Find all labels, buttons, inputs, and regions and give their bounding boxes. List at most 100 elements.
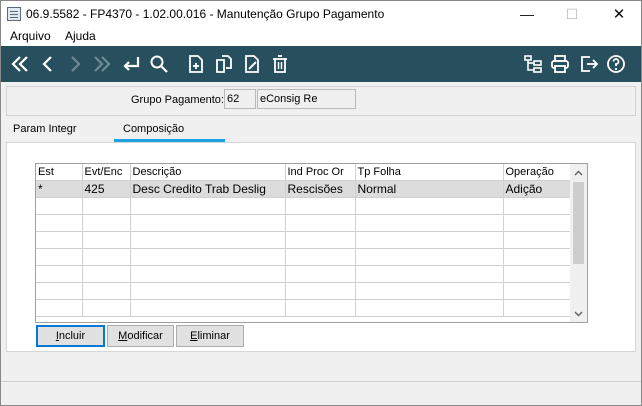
table-row-empty[interactable] [36,265,572,283]
grid-cell [82,299,131,317]
eliminar-button[interactable]: Eliminar [176,325,244,347]
cell-evt-enc: 425 [82,180,131,198]
grid-cell [82,248,131,266]
grid-cell [82,282,131,300]
grid-cell [503,197,572,215]
app-icon [7,7,21,21]
incluir-button[interactable]: Incluir [36,325,105,347]
grid-cell [36,197,83,215]
grid-cell [36,282,83,300]
grid-cell [355,265,504,283]
grid-table: Est Evt/Enc Descrição Ind Proc Or Tp Fol… [36,164,572,317]
new-document-icon[interactable] [184,52,208,76]
grid-cell [285,197,356,215]
modificar-label: odificar [127,330,163,342]
status-bar-divider [1,381,641,382]
table-row-empty[interactable] [36,231,572,249]
table-row-empty[interactable] [36,248,572,266]
grid-cell [82,231,131,249]
grid-cell [285,299,356,317]
delete-icon[interactable] [268,52,292,76]
group-name-field: eConsig Re [257,89,356,109]
previous-record-icon[interactable] [36,52,60,76]
grid-cell [355,231,504,249]
close-button[interactable]: ✕ [597,1,641,27]
grid-cell [82,197,131,215]
grid-cell [503,299,572,317]
grid-cell [130,282,286,300]
scroll-up-icon[interactable] [570,164,587,181]
tab-composicao[interactable]: Composição [123,123,184,135]
next-record-icon[interactable] [63,52,87,76]
return-icon[interactable] [119,52,143,76]
column-header-descricao[interactable]: Descrição [130,164,286,181]
composition-grid[interactable]: Est Evt/Enc Descrição Ind Proc Or Tp Fol… [35,163,588,323]
toolbar [1,46,641,82]
scroll-down-icon[interactable] [570,305,587,322]
grid-cell [503,248,572,266]
print-icon[interactable] [548,52,572,76]
eliminar-label: liminar [197,330,230,342]
first-record-icon[interactable] [8,52,32,76]
grid-cell [355,197,504,215]
menu-bar: Arquivo Ajuda [1,27,641,46]
grid-cell [285,231,356,249]
grid-cell [36,214,83,232]
grid-cell [355,248,504,266]
grid-cell [130,197,286,215]
scrollbar-thumb[interactable] [573,182,584,264]
search-icon[interactable] [147,52,171,76]
empty-rows [36,197,572,317]
table-row-empty[interactable] [36,282,572,300]
grid-cell [285,214,356,232]
menu-item-arquivo[interactable]: Arquivo [10,29,51,43]
application-window: 06.9.5582 - FP4370 - 1.02.00.016 - Manut… [0,0,642,406]
grid-cell [36,299,83,317]
grid-cell [130,248,286,266]
minimize-button[interactable]: — [505,1,549,27]
last-record-icon[interactable] [90,52,114,76]
grid-header-row: Est Evt/Enc Descrição Ind Proc Or Tp Fol… [36,164,572,181]
column-header-evt-enc[interactable]: Evt/Enc [82,164,131,181]
modificar-mnemonic: M [118,330,128,342]
structure-icon[interactable] [521,52,545,76]
grid-cell [130,214,286,232]
modificar-button[interactable]: Modificar [107,325,174,347]
grid-cell [285,248,356,266]
edit-document-icon[interactable] [240,52,264,76]
menu-item-ajuda[interactable]: Ajuda [65,29,96,43]
table-row-empty[interactable] [36,197,572,215]
title-bar: 06.9.5582 - FP4370 - 1.02.00.016 - Manut… [1,1,641,27]
group-code-field[interactable]: 62 [224,89,256,109]
incluir-label: ncluir [58,330,86,342]
grid-cell [503,265,572,283]
grid-cell [503,231,572,249]
grid-cell [355,282,504,300]
grid-cell [285,282,356,300]
grid-cell [82,214,131,232]
copy-document-icon[interactable] [212,52,236,76]
cell-tp-folha: Normal [355,180,504,198]
maximize-button[interactable]: ☐ [550,1,594,27]
column-header-est[interactable]: Est [36,164,83,181]
help-icon[interactable] [604,52,628,76]
grid-cell [36,248,83,266]
group-payment-label: Grupo Pagamento: [131,94,224,106]
cell-ind-proc: Rescisões [285,180,356,198]
grid-cell [130,299,286,317]
grid-cell [36,265,83,283]
exit-icon[interactable] [577,52,601,76]
eliminar-mnemonic: E [190,330,198,342]
table-row[interactable]: * 425 Desc Credito Trab Deslig Rescisões… [36,180,572,198]
column-header-tp-folha[interactable]: Tp Folha [355,164,504,181]
column-header-operacao[interactable]: Operação [503,164,572,181]
table-row-empty[interactable] [36,214,572,232]
column-header-ind-proc[interactable]: Ind Proc Or [285,164,356,181]
grid-cell [355,214,504,232]
cell-descricao: Desc Credito Trab Deslig [130,180,286,198]
tab-param-integr[interactable]: Param Integr [13,123,77,135]
cell-operacao: Adição [503,180,572,198]
window-title: 06.9.5582 - FP4370 - 1.02.00.016 - Manut… [26,7,385,21]
table-row-empty[interactable] [36,299,572,317]
vertical-scrollbar[interactable] [570,164,587,322]
